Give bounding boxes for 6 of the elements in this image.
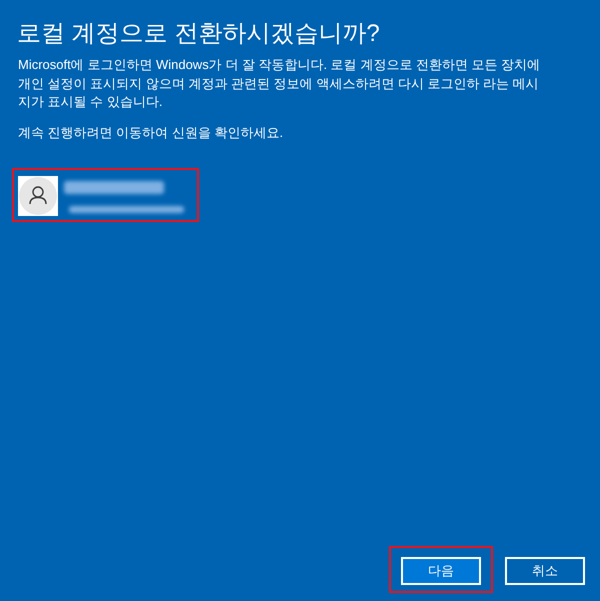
instruction-text: 계속 진행하려면 이동하여 신원을 확인하세요.: [18, 124, 284, 142]
avatar-icon: [18, 176, 58, 216]
message-text: Microsoft에 로그인하면 Windows가 더 잘 작동합니다. 로컬 계정으로 전환하면 모든 장치에 개인 설정이 표시되지 않으며 계정과 관련된 정보에 액세스하려면 다시 로그인하 라는 메시지가 표시될 수 있습니다.: [18, 56, 542, 111]
dialog-title: 로컬 계정으로 전환하시겠습니까?: [17, 19, 380, 49]
next-button[interactable]: 다음: [401, 557, 481, 585]
cancel-button[interactable]: 취소: [505, 557, 585, 585]
